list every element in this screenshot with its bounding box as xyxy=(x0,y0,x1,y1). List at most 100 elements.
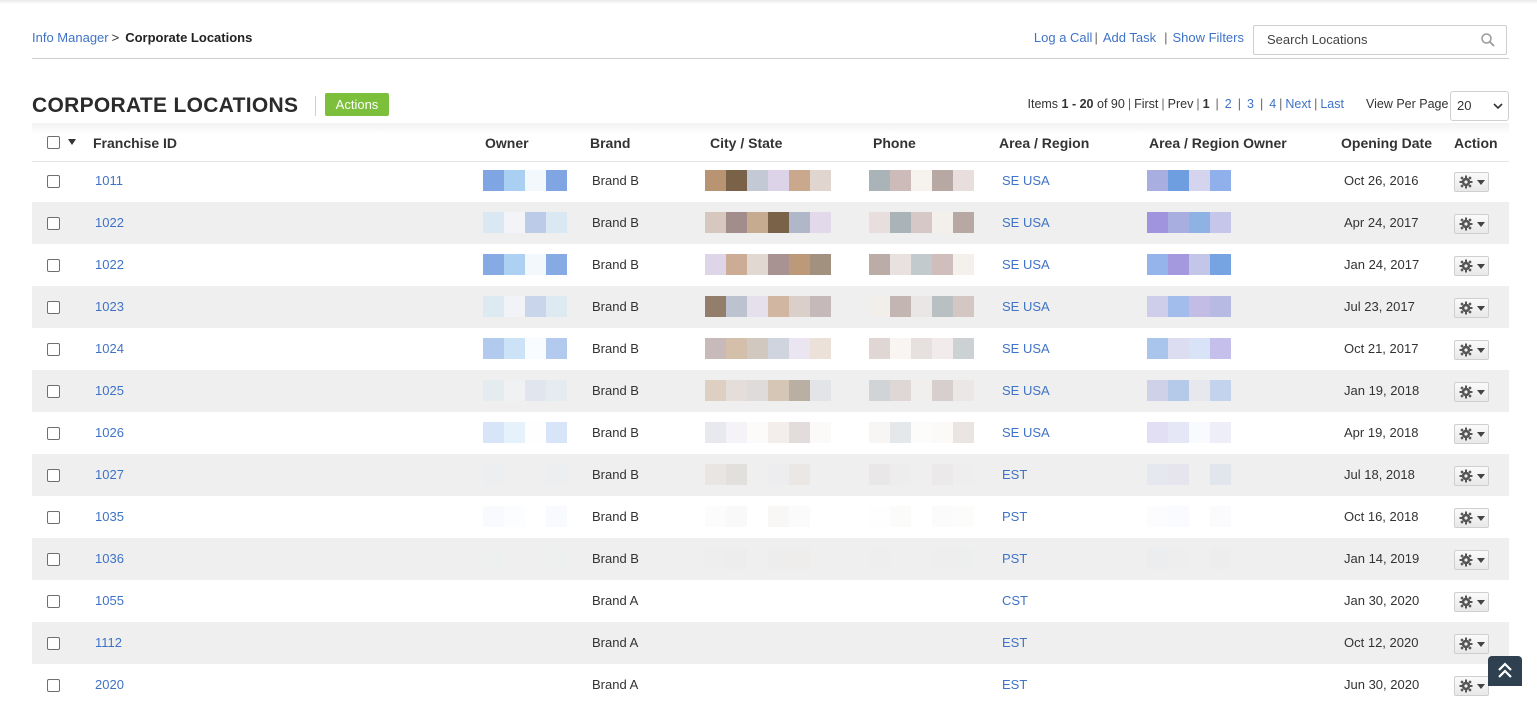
franchise-id-link[interactable]: 1022 xyxy=(95,215,124,230)
redacted-region-owner xyxy=(1210,254,1231,275)
row-action-button[interactable] xyxy=(1454,382,1489,402)
row-checkbox[interactable] xyxy=(47,259,60,272)
row-action-button[interactable] xyxy=(1454,424,1489,444)
search-input[interactable] xyxy=(1254,26,1482,52)
redacted-phone xyxy=(932,548,953,569)
show-filters-link[interactable]: Show Filters xyxy=(1172,30,1244,45)
franchise-id-link[interactable]: 1036 xyxy=(95,551,124,566)
col-brand[interactable]: Brand xyxy=(590,135,630,151)
pager-current-page: 1 xyxy=(1202,97,1210,111)
redacted-region-owner xyxy=(1168,548,1189,569)
franchise-id-link[interactable]: 1025 xyxy=(95,383,124,398)
col-franchise-id[interactable]: Franchise ID xyxy=(93,135,177,151)
opening-date-cell: Apr 19, 2018 xyxy=(1344,425,1419,440)
select-all-checkbox[interactable] xyxy=(47,136,60,149)
row-checkbox[interactable] xyxy=(47,553,60,566)
col-owner[interactable]: Owner xyxy=(485,135,529,151)
area-region-link[interactable]: CST xyxy=(1002,593,1028,608)
row-checkbox[interactable] xyxy=(47,469,60,482)
area-region-link[interactable]: EST xyxy=(1002,467,1027,482)
col-city-state[interactable]: City / State xyxy=(710,135,782,151)
chevron-down-icon xyxy=(1477,306,1485,311)
franchise-id-link[interactable]: 1022 xyxy=(95,257,124,272)
per-page-select[interactable]: 20 xyxy=(1450,91,1509,121)
pager-page-4[interactable]: 4 xyxy=(1269,97,1276,111)
franchise-id-link[interactable]: 1112 xyxy=(95,635,122,650)
col-area-region-owner[interactable]: Area / Region Owner xyxy=(1149,135,1287,151)
row-action-button[interactable] xyxy=(1454,466,1489,486)
row-checkbox[interactable] xyxy=(47,175,60,188)
chevron-down-icon xyxy=(1477,390,1485,395)
opening-date-cell: Jul 18, 2018 xyxy=(1344,467,1415,482)
area-region-link[interactable]: SE USA xyxy=(1002,425,1050,440)
redacted-region-owner xyxy=(1168,170,1189,191)
row-action-button[interactable] xyxy=(1454,298,1489,318)
breadcrumb-info-manager-link[interactable]: Info Manager xyxy=(32,30,109,45)
redacted-phone xyxy=(869,464,890,485)
area-region-link[interactable]: SE USA xyxy=(1002,383,1050,398)
area-region-link[interactable]: PST xyxy=(1002,551,1027,566)
franchise-id-link[interactable]: 2020 xyxy=(95,677,124,692)
redacted-region-owner xyxy=(1168,338,1189,359)
redacted-phone xyxy=(890,506,911,527)
row-action-button[interactable] xyxy=(1454,634,1489,654)
row-checkbox[interactable] xyxy=(47,427,60,440)
actions-button[interactable]: Actions xyxy=(325,93,389,116)
franchise-id-link[interactable]: 1027 xyxy=(95,467,124,482)
items-label: Items xyxy=(1027,97,1059,111)
franchise-id-link[interactable]: 1023 xyxy=(95,299,124,314)
redacted-city-state xyxy=(810,422,831,443)
row-action-button[interactable] xyxy=(1454,592,1489,612)
franchise-id-link[interactable]: 1035 xyxy=(95,509,124,524)
scroll-to-top-button[interactable] xyxy=(1488,656,1522,686)
area-region-link[interactable]: SE USA xyxy=(1002,215,1050,230)
col-opening-date[interactable]: Opening Date xyxy=(1341,135,1432,151)
row-action-button[interactable] xyxy=(1454,508,1489,528)
log-call-link[interactable]: Log a Call xyxy=(1034,30,1093,45)
select-menu-caret-icon[interactable] xyxy=(68,139,76,145)
row-checkbox[interactable] xyxy=(47,595,60,608)
franchise-id-link[interactable]: 1026 xyxy=(95,425,124,440)
row-action-button[interactable] xyxy=(1454,214,1489,234)
pager-next[interactable]: Next xyxy=(1285,97,1311,111)
row-checkbox[interactable] xyxy=(47,511,60,524)
gear-icon xyxy=(1459,679,1473,693)
row-checkbox[interactable] xyxy=(47,343,60,356)
redacted-phone xyxy=(953,212,974,233)
row-checkbox[interactable] xyxy=(47,385,60,398)
table-row: 1112 Brand A EST Oct 12, 2020 xyxy=(32,622,1509,664)
area-region-link[interactable]: SE USA xyxy=(1002,173,1050,188)
pager-first: First xyxy=(1134,97,1159,111)
franchise-id-link[interactable]: 1055 xyxy=(95,593,124,608)
area-region-link[interactable]: SE USA xyxy=(1002,299,1050,314)
franchise-id-link[interactable]: 1024 xyxy=(95,341,124,356)
col-area-region[interactable]: Area / Region xyxy=(999,135,1089,151)
redacted-phone xyxy=(890,380,911,401)
pager-page-3[interactable]: 3 xyxy=(1247,97,1254,111)
row-checkbox[interactable] xyxy=(47,637,60,650)
gear-icon xyxy=(1459,637,1473,651)
row-action-button[interactable] xyxy=(1454,340,1489,360)
area-region-link[interactable]: SE USA xyxy=(1002,257,1050,272)
row-action-button[interactable] xyxy=(1454,550,1489,570)
redacted-owner xyxy=(546,170,567,191)
search-icon[interactable] xyxy=(1480,32,1496,48)
area-region-link[interactable]: EST xyxy=(1002,677,1027,692)
pager-last[interactable]: Last xyxy=(1320,97,1344,111)
row-action-button[interactable] xyxy=(1454,676,1489,696)
table-row: 2020 Brand A EST Jun 30, 2020 xyxy=(32,664,1509,706)
table-row: 1026 Brand B SE USA Apr 19, 2018 xyxy=(32,412,1509,454)
area-region-link[interactable]: EST xyxy=(1002,635,1027,650)
table-row: 1035 Brand B PST Oct 16, 2018 xyxy=(32,496,1509,538)
col-phone[interactable]: Phone xyxy=(873,135,916,151)
area-region-link[interactable]: SE USA xyxy=(1002,341,1050,356)
area-region-link[interactable]: PST xyxy=(1002,509,1027,524)
table-row: 1036 Brand B PST Jan 14, 2019 xyxy=(32,538,1509,580)
add-task-link[interactable]: Add Task xyxy=(1103,30,1156,45)
pager-page-2[interactable]: 2 xyxy=(1225,97,1232,111)
row-checkbox[interactable] xyxy=(47,301,60,314)
franchise-id-link[interactable]: 1011 xyxy=(95,173,123,188)
row-checkbox[interactable] xyxy=(47,217,60,230)
row-action-button[interactable] xyxy=(1454,172,1489,192)
row-action-button[interactable] xyxy=(1454,256,1489,276)
